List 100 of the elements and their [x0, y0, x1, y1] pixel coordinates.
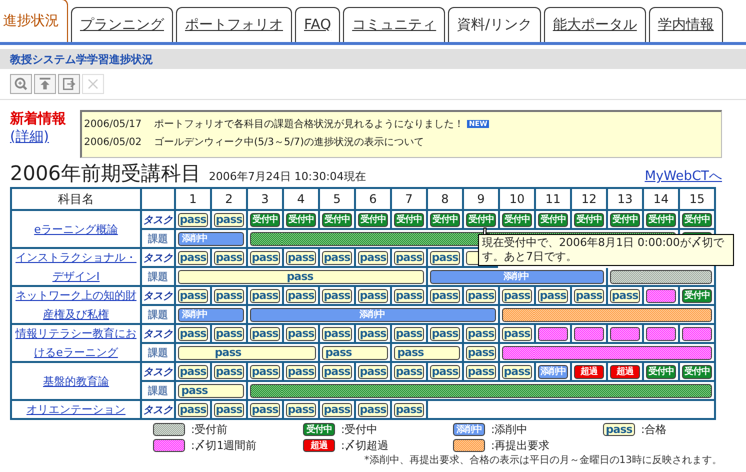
legend-badge: 超過	[303, 439, 335, 452]
status-badge: pass	[358, 402, 388, 416]
toolbar-button[interactable]	[58, 74, 80, 94]
status-badge: pass	[322, 402, 352, 416]
row-label: タスク	[143, 252, 173, 264]
subject-link[interactable]: 基盤的教育論	[43, 372, 109, 390]
tab[interactable]: 進捗状況	[0, 0, 68, 42]
legend-swatch	[453, 439, 485, 452]
status-badge: pass	[322, 326, 352, 340]
column-header: 13	[606, 189, 642, 211]
status-badge: pass	[502, 364, 532, 378]
subject-link[interactable]: eラーニング概論	[34, 220, 118, 238]
status-badge: pass	[178, 402, 208, 416]
column-header: 1	[174, 189, 210, 211]
status-badge: pass	[430, 326, 460, 340]
details-link[interactable]: (詳細)	[10, 128, 80, 146]
status-badge: pass	[322, 288, 352, 302]
row-label: タスク	[143, 214, 173, 226]
legend-label: :合格	[641, 422, 667, 437]
news-date: 2006/05/17	[84, 118, 143, 130]
status-badge: pass	[214, 250, 244, 264]
status-badge: pass	[178, 326, 208, 340]
status-badge: pass	[214, 364, 244, 378]
status-badge: pass	[178, 364, 208, 378]
column-header: 4	[282, 189, 318, 211]
tooltip: 現在受付中で、2006年8月1日 0:00:00が〆切です。あと7日です。	[478, 234, 734, 266]
status-badge: 受付中	[358, 212, 388, 226]
status-badge: pass	[394, 250, 424, 264]
status-badge: 受付中	[322, 212, 352, 226]
status-badge: pass	[178, 250, 208, 264]
column-header: 6	[354, 189, 390, 211]
tab[interactable]: 資料/リンク	[448, 7, 541, 42]
toolbar-button[interactable]	[10, 74, 32, 94]
status-badge: pass	[466, 326, 496, 340]
status-badge: pass	[358, 250, 388, 264]
column-header: 8	[426, 189, 462, 211]
row-label: 課題	[148, 232, 168, 246]
subject-link[interactable]: ネットワーク上の知的財産権及び私権	[12, 286, 140, 324]
tab[interactable]: ポートフォリオ	[176, 7, 292, 42]
status-badge: pass	[394, 288, 424, 302]
column-header: 11	[534, 189, 570, 211]
tab[interactable]: プランニング	[71, 7, 173, 42]
tab[interactable]: 能大ポータル	[544, 7, 646, 42]
subject-link[interactable]: オリエンテーション	[26, 400, 126, 419]
legend-badge: 受付中	[303, 423, 335, 436]
subject-link[interactable]: 情報リテラシー教育におけるeラーニング	[12, 324, 140, 362]
status-badge: 添削中	[178, 232, 210, 246]
news-text: ゴールデンウィーク中(5/3～5/7)の進捗状況の表示について	[154, 136, 424, 149]
legend-swatch	[153, 439, 185, 452]
export-icon	[61, 76, 77, 92]
legend-badge: pass	[603, 423, 635, 436]
status-badge: pass	[538, 288, 568, 302]
status-badge: pass	[394, 346, 426, 360]
status-badge: pass	[286, 326, 316, 340]
status-badge: pass	[502, 326, 532, 340]
column-header: 10	[498, 189, 534, 211]
row-label: タスク	[143, 404, 173, 416]
status-badge: 受付中	[286, 212, 316, 226]
status-badge: 超過	[610, 364, 640, 378]
row-label: 課題	[148, 384, 168, 398]
timestamp: 2006年7月24日 10:30:04現在	[208, 169, 367, 184]
row-label: タスク	[143, 328, 173, 340]
legend-label: :再提出要求	[491, 438, 550, 453]
status-badge: pass	[286, 402, 316, 416]
status-badge: pass	[286, 364, 316, 378]
zoom-icon	[13, 76, 29, 92]
status-badge: pass	[210, 346, 246, 360]
arrow-up-icon	[37, 76, 53, 92]
status-badge: pass	[358, 326, 388, 340]
status-badge: pass	[178, 212, 208, 226]
column-header: 2	[210, 189, 246, 211]
status-badge: pass	[610, 288, 640, 302]
legend-label: :〆切1週間前	[191, 438, 257, 453]
status-badge: pass	[322, 250, 352, 264]
status-badge: pass	[358, 288, 388, 302]
status-badge: pass	[286, 288, 316, 302]
toolbar-button[interactable]	[34, 74, 56, 94]
tab[interactable]: FAQ	[295, 7, 340, 42]
news-text: ポートフォリオで各科目の課題合格状況が見れるようになりました！	[154, 118, 464, 131]
legend-label: :〆切超過	[341, 438, 389, 453]
webct-link[interactable]: MyWebCTへ	[644, 167, 722, 185]
status-badge: pass	[286, 250, 316, 264]
status-badge: pass	[214, 288, 244, 302]
news-date: 2006/05/02	[84, 136, 143, 148]
tab[interactable]: コミュニティ	[343, 7, 446, 42]
status-badge: 受付中	[502, 212, 532, 226]
status-badge: pass	[322, 364, 352, 378]
status-badge: pass	[574, 288, 604, 302]
column-header: 7	[390, 189, 426, 211]
status-badge: 受付中	[538, 212, 568, 226]
status-badge: pass	[282, 270, 318, 284]
status-badge: pass	[214, 402, 244, 416]
column-header: 9	[462, 189, 498, 211]
status-badge: 超過	[574, 364, 604, 378]
column-header: 15	[678, 189, 714, 211]
tab[interactable]: 学内情報	[648, 7, 723, 42]
subject-link[interactable]: インストラクショナル・デザインⅠ	[12, 248, 140, 286]
status-badge: pass	[250, 250, 280, 264]
status-badge: 受付中	[682, 364, 712, 378]
page-title-bar: 教授システム学学習進捗状況	[0, 49, 746, 69]
